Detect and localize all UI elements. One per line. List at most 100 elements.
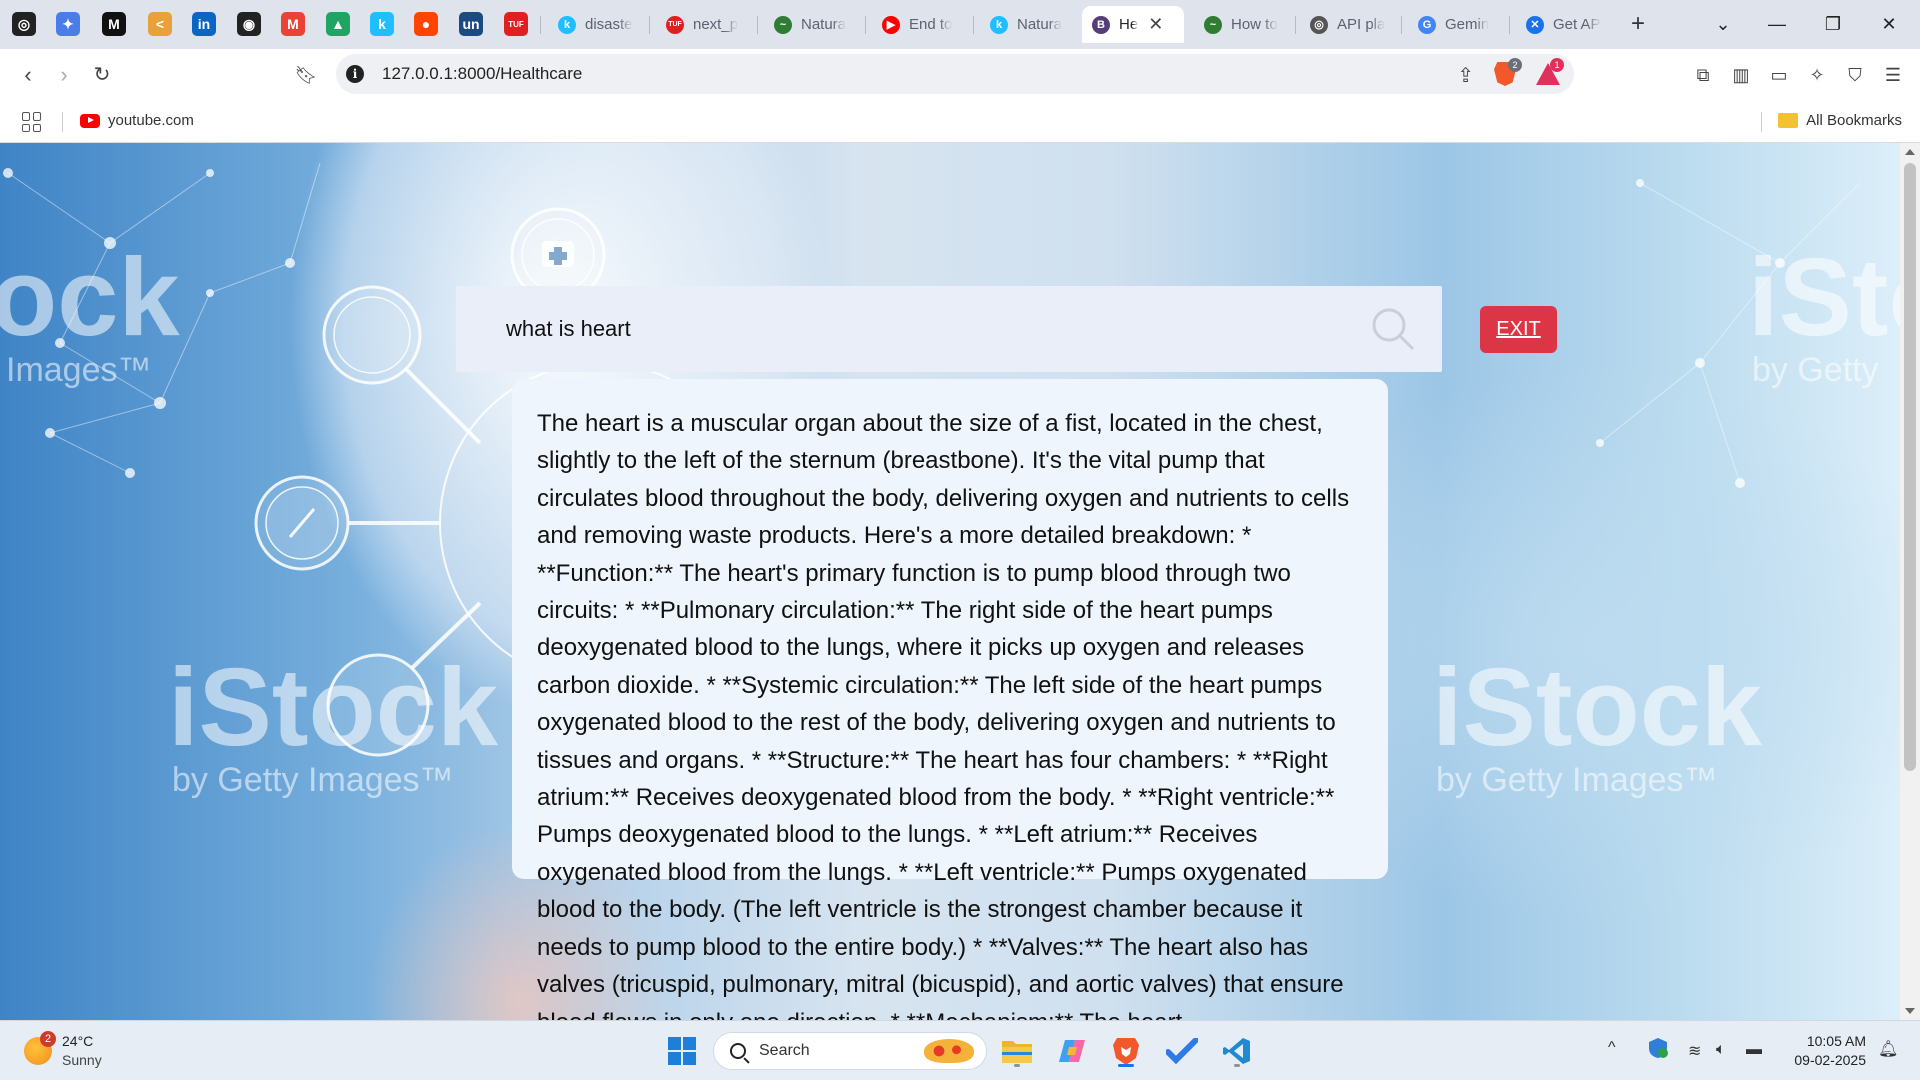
tab[interactable]: ✕ Get AP xyxy=(1516,6,1612,43)
tab-search-chevron-icon[interactable]: ⌄ xyxy=(1700,8,1746,40)
minimize-button[interactable]: — xyxy=(1754,8,1800,40)
tab-divider xyxy=(865,16,866,34)
brave-browser-button[interactable] xyxy=(1108,1033,1144,1069)
wifi-icon[interactable]: ≋ xyxy=(1688,1041,1701,1061)
pinned-tab[interactable]: ● xyxy=(406,6,446,42)
pinned-tab[interactable]: ✦ xyxy=(48,6,88,42)
search-icon xyxy=(730,1043,746,1059)
linkedin-icon: in xyxy=(192,12,216,36)
pinned-tabs-divider xyxy=(540,16,541,34)
tuf-icon: TUF xyxy=(666,15,684,34)
vscode-icon xyxy=(1223,1038,1250,1064)
show-hidden-icons-chevron-icon[interactable]: ^ xyxy=(1608,1039,1616,1057)
pinned-tab[interactable]: un xyxy=(451,6,491,42)
tab-strip: ◎ ✦ M < in ◉ M ▲ k ● un TUF k disaste TUF next_p ~ Natur… xyxy=(0,0,1920,49)
windows-logo-icon xyxy=(668,1037,696,1065)
tab-divider xyxy=(1401,16,1402,34)
medium-icon: M xyxy=(102,12,126,36)
reload-button[interactable]: ↻ xyxy=(88,61,116,89)
address-bar[interactable]: i 127.0.0.1:8000/Healthcare ⇪ 2 1 xyxy=(336,54,1574,94)
all-bookmarks-button[interactable]: All Bookmarks xyxy=(1778,112,1902,129)
apps-grid-icon[interactable] xyxy=(22,112,42,132)
leo-ai-icon[interactable]: ✧ xyxy=(1804,62,1830,88)
pinned-tab[interactable]: ◎ xyxy=(4,6,44,42)
page-scrollbar[interactable] xyxy=(1900,143,1920,1020)
pinned-tab[interactable]: M xyxy=(94,6,134,42)
start-button[interactable] xyxy=(664,1033,700,1069)
tab[interactable]: ~ How to xyxy=(1194,6,1290,43)
tab-divider xyxy=(1295,16,1296,34)
wallet-icon[interactable]: ▭ xyxy=(1766,62,1792,88)
scrollbar-thumb[interactable] xyxy=(1904,163,1916,771)
tab-divider xyxy=(1509,16,1510,34)
pinned-tab[interactable]: < xyxy=(140,6,180,42)
watermark: ock Images™ xyxy=(0,236,180,389)
tab-divider xyxy=(973,16,974,34)
site-info-icon[interactable]: i xyxy=(346,65,364,83)
bookmarks-divider xyxy=(1761,112,1762,132)
tab[interactable]: ~ Natura xyxy=(764,6,860,43)
bookmark-page-icon[interactable]: 🔖︎ xyxy=(292,61,320,89)
tab-title: End to xyxy=(909,16,953,33)
pinned-tab[interactable]: k xyxy=(362,6,402,42)
tab-title: He xyxy=(1119,16,1139,33)
rewards-badge: 1 xyxy=(1550,58,1564,72)
pinned-tab[interactable]: ◉ xyxy=(229,6,269,42)
running-indicator xyxy=(1014,1064,1020,1067)
pinned-tab[interactable]: TUF xyxy=(496,6,536,42)
scroll-up-icon[interactable] xyxy=(1905,149,1915,155)
file-explorer-button[interactable] xyxy=(999,1033,1035,1069)
tab-title: How to xyxy=(1231,16,1278,33)
search-panel: what is heart xyxy=(456,286,1442,372)
watermark: iStock by Getty Images™ xyxy=(168,646,499,799)
unstop-icon: un xyxy=(459,12,483,36)
folder-icon xyxy=(1002,1041,1032,1063)
restore-button[interactable]: ❐ xyxy=(1810,8,1856,40)
windows-taskbar: 2 24°C Sunny Search ^ ≋ 🔈︎ ▬ 10:05 AM 09… xyxy=(0,1020,1920,1080)
exit-button[interactable]: EXIT xyxy=(1480,306,1557,353)
scroll-down-icon[interactable] xyxy=(1905,1008,1915,1014)
battery-icon[interactable]: ▬ xyxy=(1746,1041,1762,1059)
taskbar-search[interactable]: Search xyxy=(713,1032,987,1070)
security-shield-icon[interactable] xyxy=(1647,1037,1669,1064)
search-query-input[interactable]: what is heart xyxy=(506,316,631,342)
openai-icon: ◎ xyxy=(1310,15,1328,34)
weather-widget[interactable]: 2 24°C Sunny xyxy=(24,1031,102,1070)
bootstrap-icon: B xyxy=(1092,15,1110,34)
close-window-button[interactable]: ✕ xyxy=(1866,8,1912,40)
extensions-icon[interactable]: ⧉ xyxy=(1690,62,1716,88)
tab-title: disaste xyxy=(585,16,633,33)
sidebar-icon[interactable]: ▥ xyxy=(1728,62,1754,88)
weather-badge: 2 xyxy=(40,1031,56,1047)
pinned-tab[interactable]: M xyxy=(273,6,313,42)
tab[interactable]: k disaste xyxy=(548,6,644,43)
search-icon[interactable] xyxy=(1370,306,1416,352)
close-tab-icon[interactable]: ✕ xyxy=(1148,14,1163,35)
copilot-button[interactable] xyxy=(1054,1033,1090,1069)
google-icon: G xyxy=(1418,15,1436,34)
share-icon[interactable]: ⇪ xyxy=(1457,63,1474,88)
vpn-icon[interactable]: ⛉ xyxy=(1842,62,1868,88)
back-button[interactable]: ‹ xyxy=(14,61,42,89)
tab[interactable]: ▶ End to xyxy=(872,6,968,43)
volume-icon[interactable]: 🔈︎ xyxy=(1716,1041,1726,1059)
notifications-icon[interactable]: 🔔︎ xyxy=(1878,1039,1898,1059)
system-clock[interactable]: 10:05 AM 09-02-2025 xyxy=(1786,1032,1866,1070)
new-tab-button[interactable]: + xyxy=(1624,10,1652,38)
forward-button[interactable]: › xyxy=(50,61,78,89)
tab[interactable]: ◎ API pla xyxy=(1300,6,1396,43)
kaggle-icon: k xyxy=(370,12,394,36)
todo-button[interactable] xyxy=(1164,1033,1200,1069)
search-highlight-icon xyxy=(924,1039,974,1063)
tab[interactable]: TUF next_p xyxy=(656,6,752,43)
tab[interactable]: k Natura xyxy=(980,6,1076,43)
active-indicator xyxy=(1118,1064,1134,1067)
pinned-tab[interactable]: in xyxy=(184,6,224,42)
bookmark-youtube[interactable]: youtube.com xyxy=(80,112,194,129)
tab[interactable]: G Gemin xyxy=(1408,6,1504,43)
url-text[interactable]: 127.0.0.1:8000/Healthcare xyxy=(382,64,582,84)
vscode-button[interactable] xyxy=(1219,1033,1255,1069)
menu-icon[interactable]: ☰ xyxy=(1880,62,1906,88)
tab-active[interactable]: B He ✕ xyxy=(1082,6,1184,43)
pinned-tab[interactable]: ▲ xyxy=(318,6,358,42)
